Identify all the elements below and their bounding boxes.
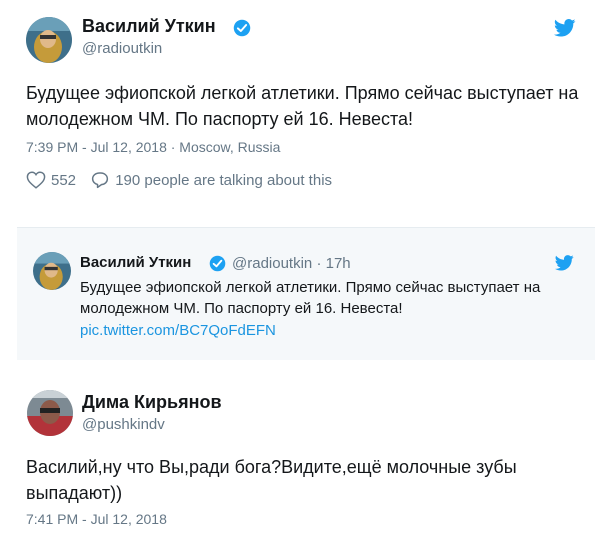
quoted-tweet-text: Будущее эфиопской легкой атлетики. Прямо… xyxy=(80,279,541,317)
tweet-text: Василий,ну что Вы,ради бога?Видите,ещё м… xyxy=(26,457,517,503)
author-handle[interactable]: @radioutkin xyxy=(82,40,162,57)
author-name[interactable]: Дима Кирьянов xyxy=(82,392,222,413)
quoted-tweet-time[interactable]: 17h xyxy=(326,255,351,272)
author-name[interactable]: Василий Уткин xyxy=(82,16,216,37)
quoted-author-avatar[interactable] xyxy=(33,252,71,290)
tweet-timestamp[interactable]: 7:39 PM - Jul 12, 2018 · Moscow, Russia xyxy=(26,139,280,155)
separator-dot: · xyxy=(316,255,326,272)
author-avatar[interactable] xyxy=(27,390,73,436)
conversation-text: 190 people are talking about this xyxy=(115,171,333,189)
speech-bubble-icon xyxy=(92,172,109,189)
twitter-bird-icon[interactable] xyxy=(554,255,574,276)
quoted-tweet-media-link[interactable]: pic.twitter.com/BC7QoFdEFN xyxy=(80,322,276,339)
like-count: 552 xyxy=(51,171,77,189)
verified-badge-icon xyxy=(233,19,251,42)
like-button[interactable]: 552 xyxy=(26,171,76,189)
author-handle[interactable]: @pushkindv xyxy=(82,416,165,433)
quoted-author-handle[interactable]: @radioutkin xyxy=(232,255,312,272)
author-avatar[interactable] xyxy=(26,17,72,63)
quoted-author-handle-time[interactable]: @radioutkin · 17h xyxy=(232,255,351,272)
conversation-link[interactable]: 190 people are talking about this xyxy=(90,171,332,189)
tweet-timestamp[interactable]: 7:41 PM - Jul 12, 2018 xyxy=(26,511,167,527)
verified-badge-icon xyxy=(209,255,226,277)
tweet-actions: 552 190 people are talking about this xyxy=(26,171,342,193)
quoted-author-name[interactable]: Василий Уткин xyxy=(80,254,191,271)
twitter-bird-icon[interactable] xyxy=(553,19,576,42)
heart-icon xyxy=(26,171,46,189)
tweet-text: Будущее эфиопской легкой атлетики. Прямо… xyxy=(26,83,579,129)
